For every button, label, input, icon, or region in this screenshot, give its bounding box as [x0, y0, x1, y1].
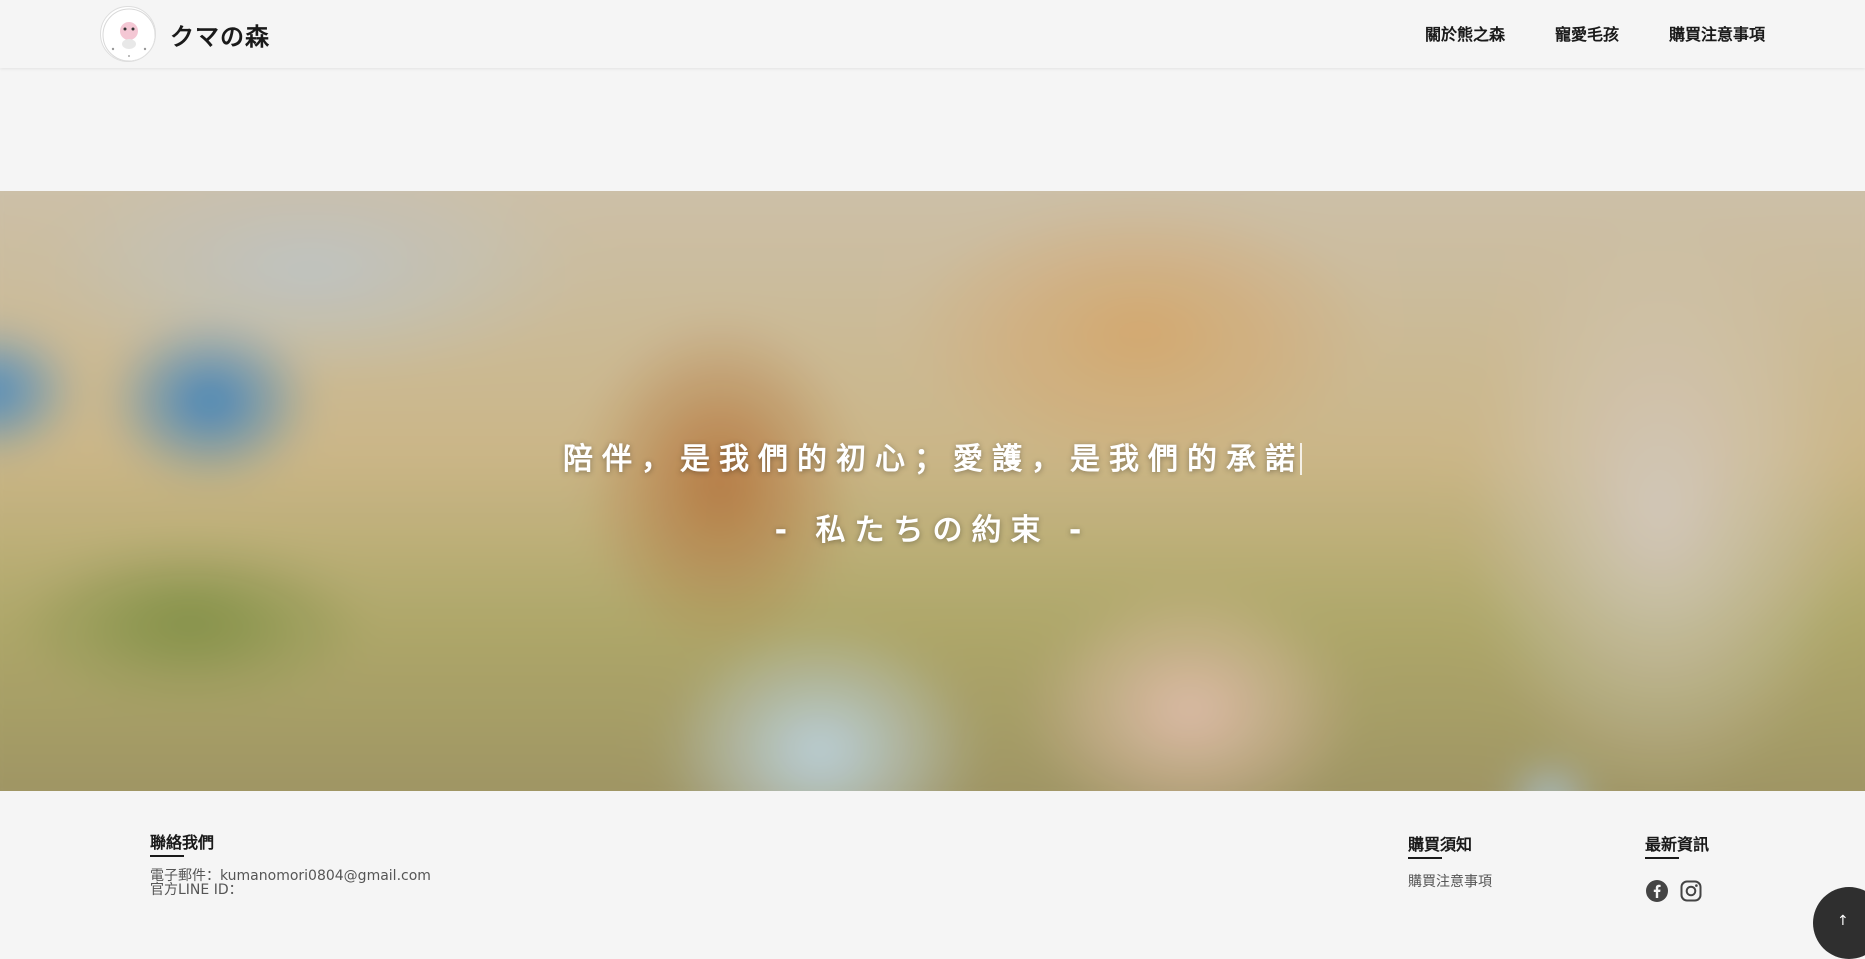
footer-email: 電子郵件：kumanomori0804@gmail.com — [150, 868, 431, 884]
nav-item-pets[interactable]: 寵愛毛孩 — [1555, 21, 1619, 45]
brand-name: クマの森 — [170, 22, 270, 51]
footer-line-id: 官方LINE ID： — [150, 882, 243, 898]
logo-icon — [100, 6, 156, 62]
arrow-up-icon: ↑ — [1837, 913, 1849, 929]
nav-item-about[interactable]: 關於熊之森 — [1425, 21, 1505, 45]
site-header: クマの森 關於熊之森 寵愛毛孩 購買注意事項 — [0, 0, 1865, 68]
hero-text: 陪伴，是我們的初心；愛護，是我們的承諾 - 私たちの約束 - — [0, 191, 1865, 791]
footer-news: 最新資訊 — [1645, 831, 1709, 903]
footer-purchase: 購買須知 購買注意事項 — [1408, 831, 1492, 891]
footer-link-purchase-notes[interactable]: 購買注意事項 — [1408, 874, 1492, 890]
typing-cursor — [1300, 443, 1302, 475]
footer-purchase-title: 購買須知 — [1408, 831, 1472, 859]
nav-item-purchase-notes[interactable]: 購買注意事項 — [1669, 21, 1765, 45]
social-links — [1645, 879, 1709, 903]
brand-home-link[interactable]: クマの森 — [100, 6, 270, 62]
hero-banner: 陪伴，是我們的初心；愛護，是我們的承諾 - 私たちの約束 - — [0, 191, 1865, 791]
hero-tagline: 陪伴，是我們的初心；愛護，是我們的承諾 — [563, 442, 1304, 477]
footer-contact-title: 聯絡我們 — [150, 829, 214, 857]
footer-news-title: 最新資訊 — [1645, 831, 1709, 859]
hero-subtitle: - 私たちの約束 - — [774, 513, 1091, 548]
main-nav: 關於熊之森 寵愛毛孩 購買注意事項 — [1375, 0, 1765, 66]
footer-contact: 聯絡我們 電子郵件：kumanomori0804@gmail.com 官方LIN… — [150, 829, 431, 897]
facebook-icon[interactable] — [1645, 879, 1669, 903]
site-footer: 聯絡我們 電子郵件：kumanomori0804@gmail.com 官方LIN… — [0, 791, 1865, 937]
instagram-icon[interactable] — [1679, 879, 1703, 903]
